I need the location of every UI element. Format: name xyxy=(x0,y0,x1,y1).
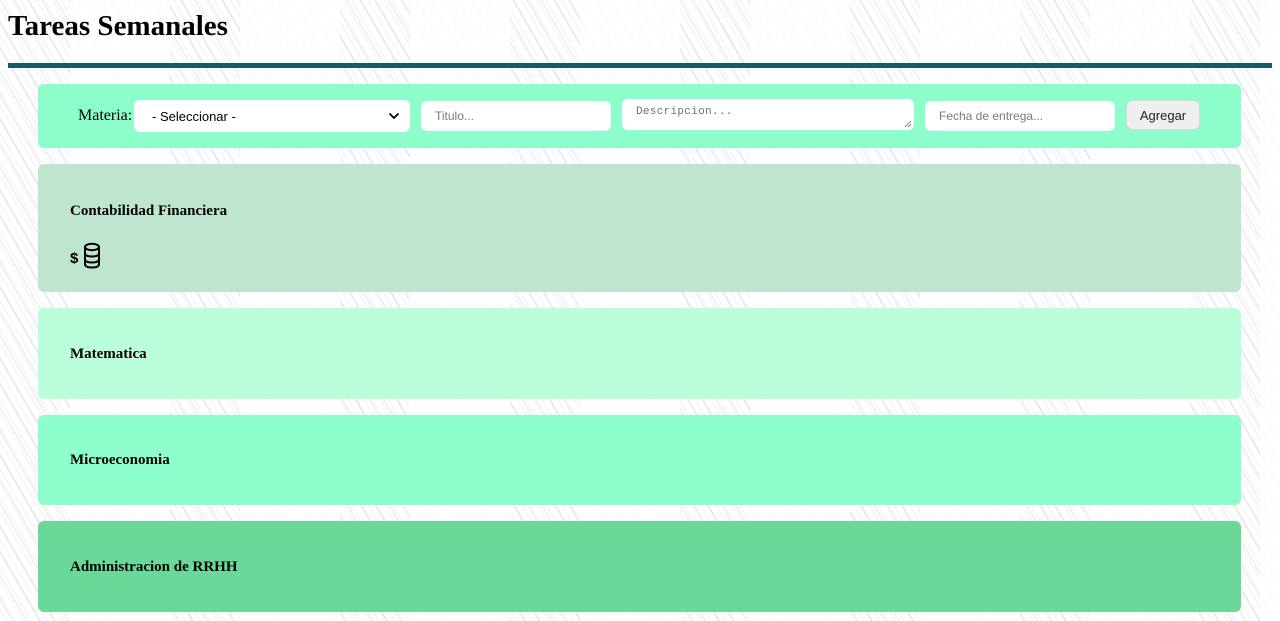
materia-label: Materia: xyxy=(78,107,133,124)
subject-card-matematica[interactable]: Matematica xyxy=(38,308,1241,399)
materia-select-value: - Seleccionar - xyxy=(152,108,236,124)
materia-select[interactable]: - Seleccionar - xyxy=(134,100,410,132)
svg-text:$: $ xyxy=(70,250,79,267)
subject-title: Contabilidad Financiera xyxy=(70,203,228,219)
money-coins-icon: $ xyxy=(70,242,100,269)
subject-title: Microeconomia xyxy=(70,452,170,468)
descripcion-placeholder: Descripcion... xyxy=(636,106,733,118)
descripcion-textarea[interactable]: Descripcion... xyxy=(622,99,914,130)
agregar-button[interactable]: Agregar xyxy=(1126,100,1200,130)
title-divider xyxy=(8,63,1272,68)
subject-title: Administracion de RRHH xyxy=(70,559,238,575)
task-form: Materia: - Seleccionar - Descripcion... … xyxy=(38,84,1241,148)
page-title: Tareas Semanales xyxy=(8,10,228,42)
resize-grip-icon[interactable] xyxy=(904,120,912,128)
titulo-input[interactable] xyxy=(421,101,611,131)
chevron-down-icon xyxy=(389,113,399,119)
fecha-entrega-input[interactable] xyxy=(925,101,1115,131)
subject-card-contabilidad[interactable]: Contabilidad Financiera $ xyxy=(38,164,1241,292)
subject-title: Matematica xyxy=(70,346,147,362)
subject-card-microeconomia[interactable]: Microeconomia xyxy=(38,415,1241,505)
subject-card-administracion[interactable]: Administracion de RRHH xyxy=(38,521,1241,612)
